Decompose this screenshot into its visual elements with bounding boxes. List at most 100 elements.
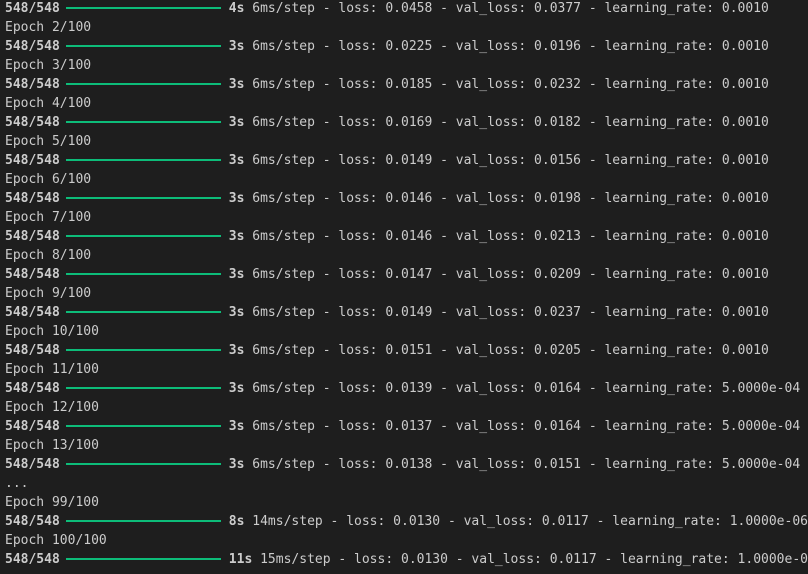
epoch-label: ... (5, 476, 29, 491)
step-count: 548/548 (5, 229, 60, 244)
epoch-header: Epoch 100/100 (5, 531, 808, 550)
epoch-duration: 3s (228, 229, 245, 244)
step-count: 548/548 (5, 419, 60, 434)
epoch-label: Epoch 9/100 (5, 286, 92, 301)
epoch-duration: 3s (228, 153, 245, 168)
progress-bar (65, 196, 221, 199)
epoch-duration: 3s (228, 267, 245, 282)
step-count: 548/548 (5, 343, 60, 358)
epoch-metrics: 6ms/step - loss: 0.0138 - val_loss: 0.01… (244, 457, 801, 472)
epoch-metrics: 6ms/step - loss: 0.0137 - val_loss: 0.01… (244, 419, 801, 434)
epoch-duration: 3s (228, 381, 245, 396)
progress-bar (65, 557, 221, 560)
epoch-duration: 3s (228, 77, 245, 92)
epoch-duration: 3s (228, 191, 245, 206)
step-count: 548/548 (5, 115, 60, 130)
epoch-metrics: 6ms/step - loss: 0.0149 - val_loss: 0.01… (244, 153, 769, 168)
epoch-duration: 4s (228, 1, 245, 16)
epoch-metrics: 6ms/step - loss: 0.0149 - val_loss: 0.02… (244, 305, 769, 320)
progress-line: 548/548 3s 6ms/step - loss: 0.0149 - val_… (5, 151, 808, 170)
step-count: 548/548 (5, 552, 60, 567)
progress-line: 548/548 8s 14ms/step - loss: 0.0130 - val… (5, 512, 808, 531)
epoch-header: Epoch 8/100 (5, 246, 808, 265)
progress-bar (65, 424, 221, 427)
epoch-duration: 3s (228, 457, 245, 472)
epoch-metrics: 6ms/step - loss: 0.0225 - val_loss: 0.01… (244, 39, 769, 54)
step-count: 548/548 (5, 1, 60, 16)
progress-line: 548/548 3s 6ms/step - loss: 0.0149 - val_… (5, 303, 808, 322)
epoch-metrics: 6ms/step - loss: 0.0151 - val_loss: 0.02… (244, 343, 769, 358)
progress-line: 548/548 3s 6ms/step - loss: 0.0146 - val_… (5, 189, 808, 208)
step-count: 548/548 (5, 514, 60, 529)
epoch-metrics: 6ms/step - loss: 0.0458 - val_loss: 0.03… (244, 1, 769, 16)
progress-line: 548/548 3s 6ms/step - loss: 0.0147 - val_… (5, 265, 808, 284)
epoch-metrics: 14ms/step - loss: 0.0130 - val_loss: 0.0… (244, 514, 808, 529)
progress-line: 548/548 3s 6ms/step - loss: 0.0225 - val_… (5, 37, 808, 56)
epoch-label: Epoch 5/100 (5, 134, 92, 149)
step-count: 548/548 (5, 39, 60, 54)
terminal-output[interactable]: 548/548 4s 6ms/step - loss: 0.0458 - val_… (0, 0, 808, 573)
step-count: 548/548 (5, 457, 60, 472)
epoch-header: Epoch 9/100 (5, 284, 808, 303)
progress-bar (65, 462, 221, 465)
epoch-label: Epoch 99/100 (5, 495, 99, 510)
epoch-metrics: 6ms/step - loss: 0.0185 - val_loss: 0.02… (244, 77, 769, 92)
epoch-duration: 11s (228, 552, 253, 567)
epoch-header: Epoch 2/100 (5, 18, 808, 37)
epoch-label: Epoch 10/100 (5, 324, 99, 339)
epoch-label: Epoch 2/100 (5, 20, 92, 35)
epoch-header: Epoch 12/100 (5, 398, 808, 417)
progress-bar (65, 44, 221, 47)
progress-line: 548/548 3s 6ms/step - loss: 0.0169 - val_… (5, 113, 808, 132)
progress-line: 548/548 3s 6ms/step - loss: 0.0151 - val_… (5, 341, 808, 360)
epoch-metrics: 6ms/step - loss: 0.0146 - val_loss: 0.01… (244, 191, 769, 206)
epoch-duration: 3s (228, 343, 245, 358)
progress-bar (65, 82, 221, 85)
epoch-header: ... (5, 474, 808, 493)
epoch-label: Epoch 8/100 (5, 248, 92, 263)
epoch-label: Epoch 12/100 (5, 400, 99, 415)
epoch-label: Epoch 11/100 (5, 362, 99, 377)
step-count: 548/548 (5, 381, 60, 396)
progress-line: 548/548 3s 6ms/step - loss: 0.0138 - val_… (5, 455, 808, 474)
epoch-header: Epoch 99/100 (5, 493, 808, 512)
epoch-duration: 3s (228, 115, 245, 130)
progress-line: 548/548 11s 15ms/step - loss: 0.0130 - va… (5, 550, 808, 569)
progress-line: 548/548 4s 6ms/step - loss: 0.0458 - val_… (5, 0, 808, 18)
epoch-metrics: 6ms/step - loss: 0.0169 - val_loss: 0.01… (244, 115, 769, 130)
epoch-metrics: 6ms/step - loss: 0.0147 - val_loss: 0.02… (244, 267, 769, 282)
epoch-metrics: 6ms/step - loss: 0.0139 - val_loss: 0.01… (244, 381, 801, 396)
epoch-header: Epoch 7/100 (5, 208, 808, 227)
progress-bar (65, 158, 221, 161)
epoch-duration: 8s (228, 514, 245, 529)
epoch-label: Epoch 4/100 (5, 96, 92, 111)
step-count: 548/548 (5, 305, 60, 320)
epoch-metrics: 6ms/step - loss: 0.0146 - val_loss: 0.02… (244, 229, 769, 244)
epoch-duration: 3s (228, 419, 245, 434)
step-count: 548/548 (5, 191, 60, 206)
progress-bar (65, 6, 221, 9)
epoch-header: Epoch 3/100 (5, 56, 808, 75)
epoch-header: Epoch 4/100 (5, 94, 808, 113)
epoch-label: Epoch 100/100 (5, 533, 107, 548)
step-count: 548/548 (5, 77, 60, 92)
epoch-header: Epoch 11/100 (5, 360, 808, 379)
epoch-header: Epoch 10/100 (5, 322, 808, 341)
epoch-label: Epoch 3/100 (5, 58, 92, 73)
progress-line: 548/548 3s 6ms/step - loss: 0.0137 - val_… (5, 417, 808, 436)
epoch-label: Epoch 13/100 (5, 438, 99, 453)
epoch-label: Epoch 7/100 (5, 210, 92, 225)
epoch-label: Epoch 6/100 (5, 172, 92, 187)
epoch-header: Epoch 13/100 (5, 436, 808, 455)
progress-bar (65, 310, 221, 313)
epoch-metrics: 15ms/step - loss: 0.0130 - val_loss: 0.0… (252, 552, 808, 567)
epoch-duration: 3s (228, 305, 245, 320)
progress-line: 548/548 3s 6ms/step - loss: 0.0139 - val_… (5, 379, 808, 398)
epoch-header: Epoch 5/100 (5, 132, 808, 151)
progress-line: 548/548 3s 6ms/step - loss: 0.0146 - val_… (5, 227, 808, 246)
progress-line: 548/548 3s 6ms/step - loss: 0.0185 - val_… (5, 75, 808, 94)
epoch-header: Epoch 6/100 (5, 170, 808, 189)
progress-bar (65, 234, 221, 237)
step-count: 548/548 (5, 153, 60, 168)
step-count: 548/548 (5, 267, 60, 282)
